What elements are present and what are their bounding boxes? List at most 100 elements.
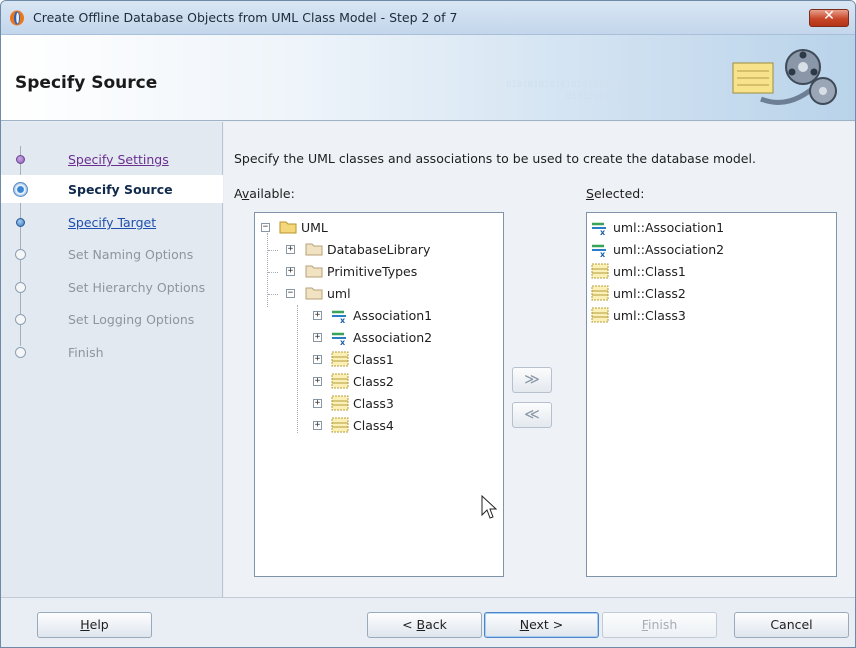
list-item-label: uml::Class3: [613, 308, 686, 323]
tree-item-association2[interactable]: + x Association2: [255, 327, 495, 349]
step-next-icon: [16, 218, 25, 227]
tree-item-class3[interactable]: + Class3: [255, 393, 495, 415]
available-tree[interactable]: − UML + DatabaseLibrary + PrimitiveTypes…: [254, 212, 504, 577]
tree-item-label: Association1: [353, 308, 433, 323]
tree-item-label: PrimitiveTypes: [327, 264, 418, 279]
svg-text:010101010101010101010101010: 010101010101010101010101010: [506, 80, 652, 90]
wizard-footer: Help < Back Next > Finish Cancel: [1, 597, 855, 647]
wizard-content: Specify the UML classes and associations…: [224, 122, 855, 597]
collapse-icon[interactable]: −: [261, 223, 270, 232]
svg-text:x: x: [340, 338, 346, 345]
tree-item-label: uml: [327, 286, 351, 301]
class-icon: [591, 307, 609, 323]
list-item-label: uml::Class1: [613, 264, 686, 279]
next-button[interactable]: Next >: [484, 612, 599, 638]
tree-item-label: Class3: [353, 396, 394, 411]
step-set-logging-options: Set Logging Options: [1, 305, 223, 333]
tree-item-databaselibrary[interactable]: + DatabaseLibrary: [255, 239, 495, 261]
expand-icon[interactable]: +: [313, 355, 322, 364]
tree-item-association1[interactable]: + x Association1: [255, 305, 495, 327]
association-icon: x: [592, 222, 606, 235]
svg-text:01010101010: 01010101010: [566, 92, 626, 102]
step-label: Set Hierarchy Options: [68, 280, 206, 295]
tree-item-class2[interactable]: + Class2: [255, 371, 495, 393]
step-pending-icon: [15, 314, 26, 325]
folder-icon: [279, 221, 297, 234]
step-label: Finish: [68, 345, 104, 360]
list-item-label: uml::Association1: [613, 220, 725, 235]
svg-text:x: x: [600, 228, 606, 235]
step-label: Set Naming Options: [68, 247, 194, 262]
selected-item-class2[interactable]: uml::Class2: [587, 283, 827, 305]
tree-item-label: Association2: [353, 330, 433, 345]
tree-item-label: DatabaseLibrary: [327, 242, 431, 257]
expand-icon[interactable]: +: [313, 333, 322, 342]
package-icon: [305, 287, 323, 300]
class-icon: [591, 285, 609, 301]
svg-text:x: x: [600, 250, 606, 257]
selected-label: Selected:: [586, 186, 645, 201]
association-icon: x: [592, 244, 606, 257]
class-icon: [591, 263, 609, 279]
cancel-button[interactable]: Cancel: [734, 612, 849, 638]
step-finish: Finish: [1, 338, 223, 366]
step-pending-icon: [15, 249, 26, 260]
svg-text:x: x: [340, 316, 346, 323]
expand-icon[interactable]: +: [313, 377, 322, 386]
tree-item-label: UML: [301, 220, 328, 235]
add-to-selected-button[interactable]: ≫: [512, 367, 552, 393]
wizard-header: Specify Source 0101010101010101010101010…: [1, 35, 855, 121]
finish-button: Finish: [602, 612, 717, 638]
mouse-pointer-icon: [481, 495, 497, 519]
step-specify-source[interactable]: Specify Source: [1, 175, 223, 203]
selected-item-association2[interactable]: x uml::Association2: [587, 239, 827, 261]
instruction-text: Specify the UML classes and associations…: [234, 151, 756, 166]
step-done-icon: [16, 155, 25, 164]
collapse-icon[interactable]: −: [286, 289, 295, 298]
close-icon: ✕: [823, 8, 835, 24]
package-icon: [305, 265, 323, 278]
step-specify-target[interactable]: Specify Target: [1, 208, 223, 236]
association-icon: x: [332, 332, 346, 345]
title-bar[interactable]: Create Offline Database Objects from UML…: [1, 1, 855, 35]
app-logo-icon: [10, 10, 24, 26]
back-button[interactable]: < Back: [367, 612, 482, 638]
expand-icon[interactable]: +: [313, 421, 322, 430]
expand-icon[interactable]: +: [286, 267, 295, 276]
selected-list[interactable]: x uml::Association1 x uml::Association2: [586, 212, 837, 577]
binary-decoration: 010101010101010101010101010 01010101010: [506, 80, 652, 102]
expand-icon[interactable]: +: [313, 311, 322, 320]
tree-item-uml-package[interactable]: − uml: [255, 283, 495, 305]
tree-item-label: Class4: [353, 418, 394, 433]
help-button[interactable]: Help: [37, 612, 152, 638]
tree-item-class4[interactable]: + Class4: [255, 415, 495, 437]
step-label: Specify Target: [68, 215, 157, 230]
step-set-hierarchy-options: Set Hierarchy Options: [1, 273, 223, 301]
tree-item-class1[interactable]: + Class1: [255, 349, 495, 371]
selected-item-class3[interactable]: uml::Class3: [587, 305, 827, 327]
tree-item-label: Class1: [353, 352, 394, 367]
step-label: Specify Settings: [68, 152, 169, 167]
tree-item-primitivetypes[interactable]: + PrimitiveTypes: [255, 261, 495, 283]
tree-item-uml-root[interactable]: − UML: [255, 217, 495, 239]
step-pending-icon: [15, 347, 26, 358]
page-title: Specify Source: [15, 73, 158, 93]
class-icon: [331, 373, 349, 389]
expand-icon[interactable]: +: [286, 245, 295, 254]
steps-sidebar: Specify Settings Specify Source Specify …: [1, 122, 223, 597]
selected-item-class1[interactable]: uml::Class1: [587, 261, 827, 283]
selected-item-association1[interactable]: x uml::Association1: [587, 217, 827, 239]
remove-from-selected-button[interactable]: ≪: [512, 402, 552, 428]
step-set-naming-options: Set Naming Options: [1, 240, 223, 268]
expand-icon[interactable]: +: [313, 399, 322, 408]
step-specify-settings[interactable]: Specify Settings: [1, 145, 223, 173]
class-icon: [331, 351, 349, 367]
database-film-reel-icon: [732, 49, 837, 105]
tree-item-label: Class2: [353, 374, 394, 389]
close-button[interactable]: ✕: [809, 8, 849, 27]
step-label: Specify Source: [68, 182, 173, 197]
window-title: Create Offline Database Objects from UML…: [33, 10, 458, 25]
step-label: Set Logging Options: [68, 312, 195, 327]
list-item-label: uml::Class2: [613, 286, 686, 301]
wizard-dialog: Create Offline Database Objects from UML…: [0, 0, 856, 648]
